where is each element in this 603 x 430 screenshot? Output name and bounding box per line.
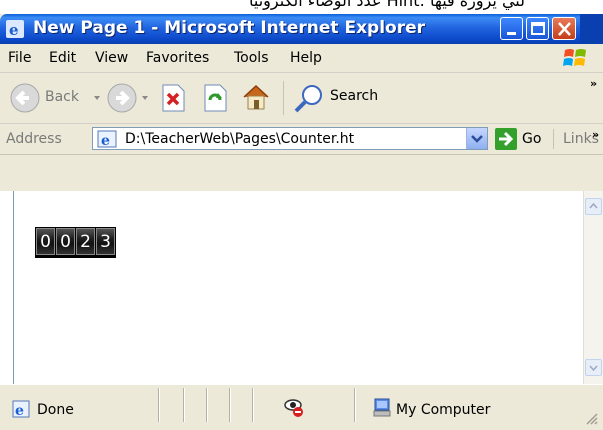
window-edge [580,14,603,44]
back-dropdown-icon[interactable] [92,93,102,103]
toolbar-chevron-icon[interactable]: » [590,77,597,90]
window-title: New Page 1 - Microsoft Internet Explorer [33,18,426,38]
resize-grip-icon[interactable] [585,412,599,426]
forward-arrow-icon[interactable] [106,82,138,114]
hit-counter: 0 0 2 3 [35,227,116,258]
status-separator [183,388,184,422]
status-zone: My Computer [396,402,491,418]
search-icon[interactable] [292,83,326,115]
windows-logo-icon [563,49,586,66]
menu-help[interactable]: Help [290,50,322,66]
address-bar: Address e D:\TeacherWeb\Pages\Counter.ht… [0,124,603,155]
back-label[interactable]: Back [45,89,79,105]
toolbar-separator [283,81,284,115]
stop-icon[interactable] [160,84,186,112]
privacy-icon[interactable] [283,396,305,418]
address-input[interactable]: e D:\TeacherWeb\Pages\Counter.ht [92,127,488,150]
svg-text:e: e [9,21,19,38]
status-separator [229,388,230,422]
page-icon: e [97,130,117,148]
page-caption-strip: لتي يزوره فيها :Hint عدد الوصاء الكتروني… [0,0,603,14]
standard-toolbar: Back Search » [0,73,603,124]
counter-digit: 0 [56,228,75,255]
menu-edit[interactable]: Edit [49,50,76,66]
back-arrow-icon[interactable] [9,82,41,114]
address-label: Address [6,131,62,147]
counter-digit: 0 [36,228,55,255]
menu-bar: File Edit View Favorites Tools Help [0,44,603,73]
chevron-down-icon [589,365,598,372]
svg-text:e: e [101,133,110,148]
menu-view[interactable]: View [95,50,128,66]
maximize-icon [531,22,545,35]
address-separator [553,129,554,149]
scroll-down-button[interactable] [585,359,602,376]
maximize-button[interactable] [526,17,549,40]
left-border [0,191,13,384]
minimize-button[interactable] [500,17,523,40]
menu-tools[interactable]: Tools [234,50,269,66]
page-viewport[interactable] [13,191,584,384]
menu-file[interactable]: File [8,50,31,66]
refresh-icon[interactable] [202,84,228,112]
status-separator [158,388,159,422]
counter-digit: 2 [76,228,95,255]
vertical-scrollbar[interactable] [583,191,603,384]
address-value[interactable]: D:\TeacherWeb\Pages\Counter.ht [125,131,455,147]
search-label[interactable]: Search [330,88,378,104]
chevron-down-icon [471,135,483,143]
home-icon[interactable] [240,82,272,112]
menu-favorites[interactable]: Favorites [146,50,209,66]
status-bar: e Done My Computer [0,384,603,430]
go-arrow-icon[interactable] [495,128,517,150]
minimize-icon [507,32,516,35]
chevron-up-icon [589,202,598,209]
counter-digit: 3 [96,228,115,255]
go-label[interactable]: Go [522,131,541,147]
page-done-icon: e [12,400,30,418]
page-caption: لتي يزوره فيها :Hint عدد الوصاء الكتروني… [248,0,525,10]
links-chevron-icon[interactable]: » [592,128,599,141]
svg-text:e: e [15,403,24,418]
status-separator [354,388,355,422]
status-done: Done [37,402,74,418]
status-separator [206,388,207,422]
close-button[interactable] [552,17,576,40]
close-icon [558,22,571,36]
status-separator [252,388,253,422]
title-bar[interactable]: e New Page 1 - Microsoft Internet Explor… [0,14,603,44]
my-computer-icon [373,398,391,417]
forward-dropdown-icon[interactable] [140,93,150,103]
address-dropdown-button[interactable] [466,128,487,149]
ie-icon: e [6,20,24,38]
scroll-up-button[interactable] [585,198,602,215]
